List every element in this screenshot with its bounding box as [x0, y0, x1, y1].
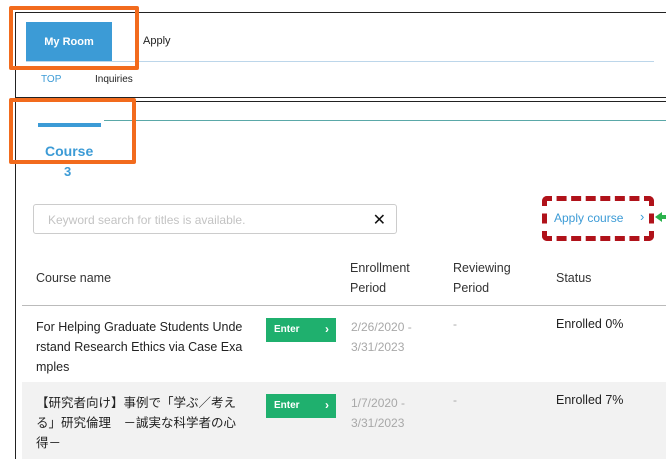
highlight-dashed-box: [542, 196, 654, 241]
course-name: For Helping Graduate Students Unde rstan…: [36, 320, 243, 374]
column-header-status: Status: [556, 271, 592, 285]
reviewing-period: -: [453, 317, 457, 331]
column-header-enrollment-period: Enrollment Period: [350, 261, 410, 295]
enter-button[interactable]: Enter ›: [266, 394, 336, 418]
enrollment-status: Enrolled 0%: [556, 317, 624, 331]
enrollment-period: 1/7/2020 - 3/31/2023: [351, 396, 406, 430]
subtab-inquiries[interactable]: Inquiries: [95, 74, 133, 85]
highlight-box: [9, 6, 139, 70]
highlight-box: [9, 98, 136, 164]
column-header-reviewing-period: Reviewing Period: [453, 261, 511, 295]
enrollment-period: 2/26/2020 - 3/31/2023: [351, 320, 412, 354]
course-name: 【研究者向け】事例で「学ぶ／考え る」研究倫理 －誠実な科学者の心 得－: [36, 396, 237, 450]
tab-apply[interactable]: Apply: [143, 35, 171, 47]
chevron-right-icon: ›: [325, 322, 329, 336]
table-row: 【研究者向け】事例で「学ぶ／考え る」研究倫理 －誠実な科学者の心 得－ Ent…: [22, 382, 666, 459]
chevron-right-icon: ›: [325, 398, 329, 412]
column-header-course-name: Course name: [36, 271, 112, 285]
course-count: 3: [64, 164, 72, 179]
reviewing-period: -: [453, 393, 457, 407]
table-row: For Helping Graduate Students Unde rstan…: [22, 306, 666, 382]
enrollment-status: Enrolled 7%: [556, 393, 624, 407]
close-icon[interactable]: ✕: [373, 210, 386, 230]
arrow-left-icon: [655, 212, 666, 222]
subtab-top[interactable]: TOP: [41, 74, 61, 85]
search-input[interactable]: [46, 205, 360, 235]
course-section-divider: [104, 120, 666, 121]
enter-button[interactable]: Enter ›: [266, 318, 336, 342]
search-field: ✕: [33, 204, 397, 235]
